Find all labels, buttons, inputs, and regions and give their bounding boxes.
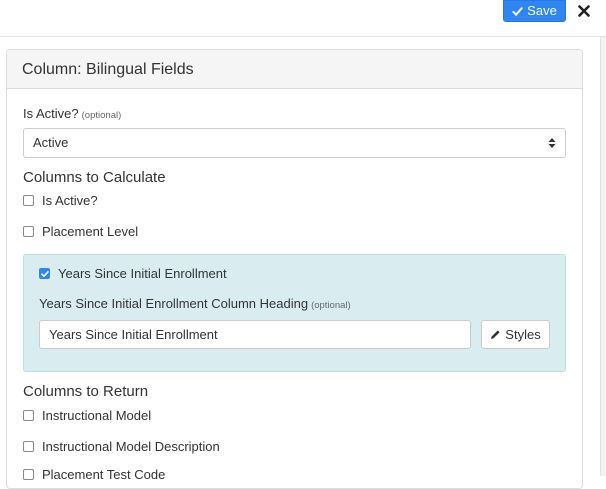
styles-button[interactable]: Styles: [481, 320, 550, 349]
calc-item-years-since-enrollment[interactable]: Years Since Initial Enrollment: [39, 266, 227, 281]
check-icon: [40, 270, 49, 277]
return-section-title: Columns to Return: [23, 383, 149, 400]
return-item-placement-test-code[interactable]: Placement Test Code: [23, 467, 165, 482]
calc-item-placement-level[interactable]: Placement Level: [23, 224, 138, 239]
checkbox-checked[interactable]: [39, 268, 50, 279]
scrollbar[interactable]: [600, 37, 606, 476]
pencil-icon: [491, 330, 500, 339]
is-active-select[interactable]: Active: [23, 128, 566, 158]
check-icon: [512, 6, 523, 16]
close-icon: [578, 5, 590, 17]
checkbox[interactable]: [23, 469, 34, 480]
calc-item-label: Years Since Initial Enrollment: [58, 266, 227, 281]
save-button[interactable]: Save: [503, 0, 566, 22]
is-active-value: Active: [33, 135, 69, 150]
is-active-label-text: Is Active?: [23, 106, 79, 121]
is-active-label: Is Active? (optional): [23, 106, 121, 121]
checkbox[interactable]: [23, 195, 34, 206]
select-caret-icon: [548, 138, 556, 148]
styles-label: Styles: [505, 327, 541, 342]
calc-item-is-active[interactable]: Is Active?: [23, 193, 98, 208]
return-item-label: Instructional Model: [42, 408, 152, 423]
close-button[interactable]: [575, 2, 593, 20]
optional-tag: (optional): [311, 300, 351, 311]
optional-tag: (optional): [81, 110, 122, 121]
panel-title: Column: Bilingual Fields: [7, 50, 582, 89]
return-item-label: Placement Test Code: [42, 467, 166, 482]
return-item-instructional-model[interactable]: Instructional Model: [23, 408, 151, 423]
calculate-section-title: Columns to Calculate: [23, 169, 166, 186]
column-heading-input[interactable]: Years Since Initial Enrollment: [39, 320, 471, 349]
calc-item-label: Placement Level: [42, 224, 139, 239]
top-bar: Save: [0, 0, 606, 37]
column-heading-label-text: Years Since Initial Enrollment Column He…: [39, 296, 309, 311]
column-heading-label: Years Since Initial Enrollment Column He…: [39, 296, 351, 311]
save-label: Save: [527, 3, 557, 18]
checkbox[interactable]: [23, 226, 34, 237]
column-heading-value: Years Since Initial Enrollment: [49, 327, 218, 342]
checkbox[interactable]: [23, 410, 34, 421]
calc-item-label: Is Active?: [42, 193, 98, 208]
return-item-label: Instructional Model Description: [42, 439, 220, 454]
checkbox[interactable]: [23, 441, 34, 452]
return-item-instructional-model-description[interactable]: Instructional Model Description: [23, 439, 220, 454]
